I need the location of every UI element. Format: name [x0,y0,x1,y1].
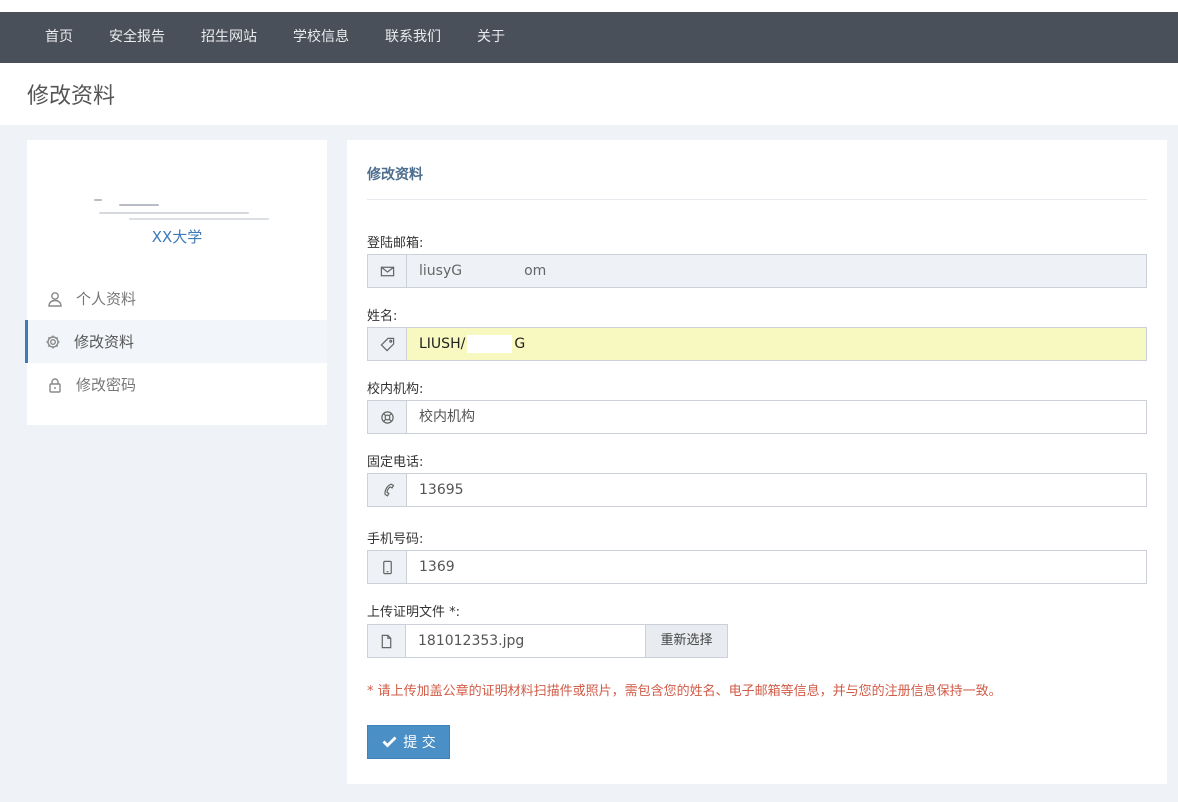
top-gap [0,0,1178,12]
mobile-field[interactable]: 1369 [367,550,1147,584]
sidebar-menu: 个人资料 修改资料 修改密码 [25,277,327,406]
nav-about[interactable]: 关于 [459,12,523,63]
name-field[interactable]: LIUSH/G [367,327,1147,361]
page-header: 修改资料 [0,63,1178,125]
upload-note: * 请上传加盖公章的证明材料扫描件或照片，需包含您的姓名、电子邮箱等信息，并与您… [367,684,1002,699]
sidebar-item-label: 个人资料 [76,290,137,308]
org-value: 校内机构 [419,409,475,425]
org-field[interactable]: 校内机构 [367,400,1147,434]
phone-icon [383,483,394,497]
sidebar-item-label: 修改密码 [76,376,137,394]
gear-icon [46,335,60,348]
submit-label: 提 交 [403,735,436,751]
name-label: 姓名: [367,309,398,324]
tag-icon [380,337,394,351]
sidebar-item-label: 修改资料 [74,333,135,351]
section-title: 修改资料 [367,167,423,183]
file-name-field[interactable]: 181012353.jpg [406,624,646,658]
nav-security-report[interactable]: 安全报告 [91,12,183,63]
mobile-addon [368,551,407,583]
name-value: LIUSH/G [407,328,1146,360]
reselect-button[interactable]: 重新选择 [646,624,728,658]
org-addon [368,401,407,433]
divider [367,199,1147,200]
submit-button[interactable]: 提 交 [367,725,450,759]
email-value: liusyG om [407,255,1146,287]
user-icon [48,291,62,307]
name-addon [368,328,407,360]
phone-label: 固定电话: [367,455,424,470]
school-name: XX大学 [151,228,203,246]
mobile-icon [382,560,392,574]
page-title: 修改资料 [27,84,116,109]
mobile-label: 手机号码: [367,532,424,547]
sidebar-item-profile[interactable]: 个人资料 [27,277,327,320]
phone-addon [368,474,407,506]
nav-contact[interactable]: 联系我们 [367,12,459,63]
profile-sidebar: XX大学 个人资料 修改资料 修改密码 [25,140,327,425]
redacted-username [89,195,274,225]
lock-icon [49,377,61,393]
nav-admissions[interactable]: 招生网站 [183,12,275,63]
email-addon [368,255,407,287]
email-label: 登陆邮箱: [367,236,424,251]
lifebuoy-icon [380,410,394,424]
mobile-value: 1369 [419,559,455,575]
file-upload-group: 181012353.jpg 重新选择 [367,624,728,658]
nav-school-info[interactable]: 学校信息 [275,12,367,63]
phone-value: 13695 [419,482,464,498]
top-navbar: 首页 安全报告 招生网站 学校信息 联系我们 关于 [0,12,1178,63]
sidebar-item-edit-profile[interactable]: 修改资料 [25,320,327,363]
nav-home[interactable]: 首页 [27,12,91,63]
file-icon [381,634,392,648]
edit-profile-panel: 修改资料 登陆邮箱: liusyG om 姓名: LIUSH/G 校内机构: 校内… [347,140,1167,784]
file-addon [367,624,406,658]
envelope-icon [380,266,394,276]
phone-field[interactable]: 13695 [367,473,1147,507]
check-icon [382,736,397,748]
org-label: 校内机构: [367,382,424,397]
sidebar-item-change-password[interactable]: 修改密码 [27,363,327,406]
upload-label: 上传证明文件 *: [367,605,461,620]
email-field[interactable]: liusyG om [367,254,1147,288]
